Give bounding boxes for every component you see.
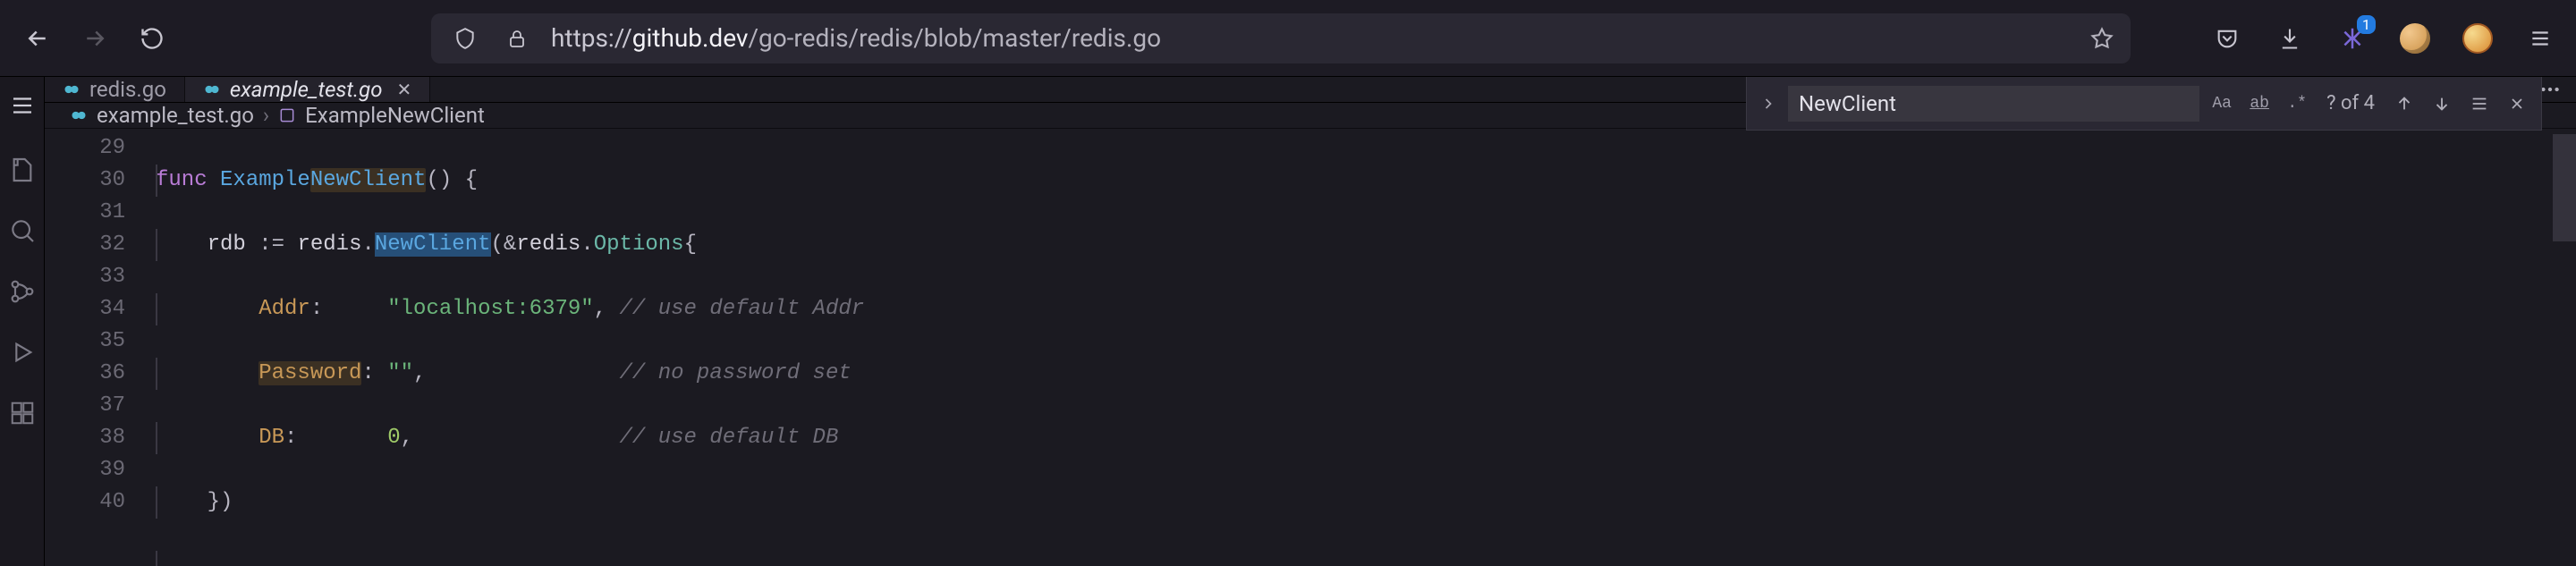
regex-icon[interactable]: .* xyxy=(2282,89,2312,119)
tab-label: example_test.go xyxy=(230,77,383,102)
line-gutter: 293031 323334 353637 383940 xyxy=(45,129,145,566)
find-expand-icon[interactable] xyxy=(1756,95,1781,113)
vscode-root: redis.go example_test.go ✕ example_test.… xyxy=(0,77,2576,566)
tab-label: redis.go xyxy=(89,77,166,102)
close-tab-icon[interactable]: ✕ xyxy=(397,79,412,100)
extension-badge: 1 xyxy=(2357,15,2376,34)
scrollbar-thumb[interactable] xyxy=(2553,134,2576,241)
lock-icon[interactable] xyxy=(499,21,535,56)
browser-toolbar: https://github.dev/go-redis/redis/blob/m… xyxy=(0,0,2576,77)
source-control-icon[interactable] xyxy=(0,268,46,315)
close-find-icon[interactable] xyxy=(2502,89,2532,119)
bookmark-star-icon[interactable] xyxy=(2089,26,2114,51)
code-line: }) xyxy=(156,486,2576,519)
tab-example-test-go[interactable]: example_test.go ✕ xyxy=(185,77,430,102)
match-case-icon[interactable]: Aa xyxy=(2207,89,2237,119)
find-in-selection-icon[interactable] xyxy=(2464,89,2495,119)
menu-toggle-icon[interactable] xyxy=(0,82,46,129)
go-file-icon xyxy=(63,80,80,98)
code-content[interactable]: func ExampleNewClient() { rdb := redis.N… xyxy=(145,129,2576,566)
code-line: Addr: "localhost:6379", // use default A… xyxy=(156,293,2576,325)
profile-pizza-icon[interactable] xyxy=(2460,21,2496,56)
code-line: rdb := redis.NewClient(&redis.Options{ xyxy=(156,229,2576,261)
tab-redis-go[interactable]: redis.go xyxy=(45,77,185,102)
activity-bar xyxy=(0,77,45,566)
editor-group: redis.go example_test.go ✕ example_test.… xyxy=(45,77,2576,566)
back-button[interactable] xyxy=(18,19,57,58)
code-line: func ExampleNewClient() { xyxy=(156,165,2576,197)
forward-button[interactable] xyxy=(75,19,114,58)
editor-body[interactable]: 293031 323334 353637 383940 func Example… xyxy=(45,129,2576,566)
run-debug-icon[interactable] xyxy=(0,329,46,376)
toolbar-right: 1 xyxy=(2209,21,2558,56)
editor-scrollbar[interactable] xyxy=(2553,129,2576,566)
find-count: ? of 4 xyxy=(2326,92,2375,114)
find-next-icon[interactable] xyxy=(2427,89,2457,119)
find-input[interactable] xyxy=(1788,86,2199,122)
app-menu-icon[interactable] xyxy=(2522,21,2558,56)
reload-button[interactable] xyxy=(132,19,172,58)
go-file-icon xyxy=(203,80,221,98)
url-bar[interactable]: https://github.dev/go-redis/redis/blob/m… xyxy=(431,13,2131,63)
whole-word-icon[interactable]: ab xyxy=(2244,89,2275,119)
extensions-view-icon[interactable] xyxy=(0,390,46,436)
shield-icon[interactable] xyxy=(447,21,483,56)
extensions-icon[interactable]: 1 xyxy=(2334,21,2370,56)
profile-cookie-icon[interactable] xyxy=(2397,21,2433,56)
find-prev-icon[interactable] xyxy=(2389,89,2419,119)
symbol-function-icon xyxy=(278,106,296,124)
url-text: https://github.dev/go-redis/redis/blob/m… xyxy=(551,23,1161,53)
find-widget: Aa ab .* ? of 4 xyxy=(1746,77,2542,131)
explorer-icon[interactable] xyxy=(0,147,46,193)
go-file-icon xyxy=(70,106,88,124)
breadcrumb-file: example_test.go xyxy=(97,103,254,128)
breadcrumb-symbol: ExampleNewClient xyxy=(305,103,485,128)
chevron-right-icon: › xyxy=(263,103,269,128)
code-line xyxy=(156,551,2576,566)
code-line: Password: "", // no password set xyxy=(156,358,2576,390)
downloads-icon[interactable] xyxy=(2272,21,2308,56)
code-line: DB: 0, // use default DB xyxy=(156,422,2576,454)
pocket-icon[interactable] xyxy=(2209,21,2245,56)
search-icon[interactable] xyxy=(0,207,46,254)
